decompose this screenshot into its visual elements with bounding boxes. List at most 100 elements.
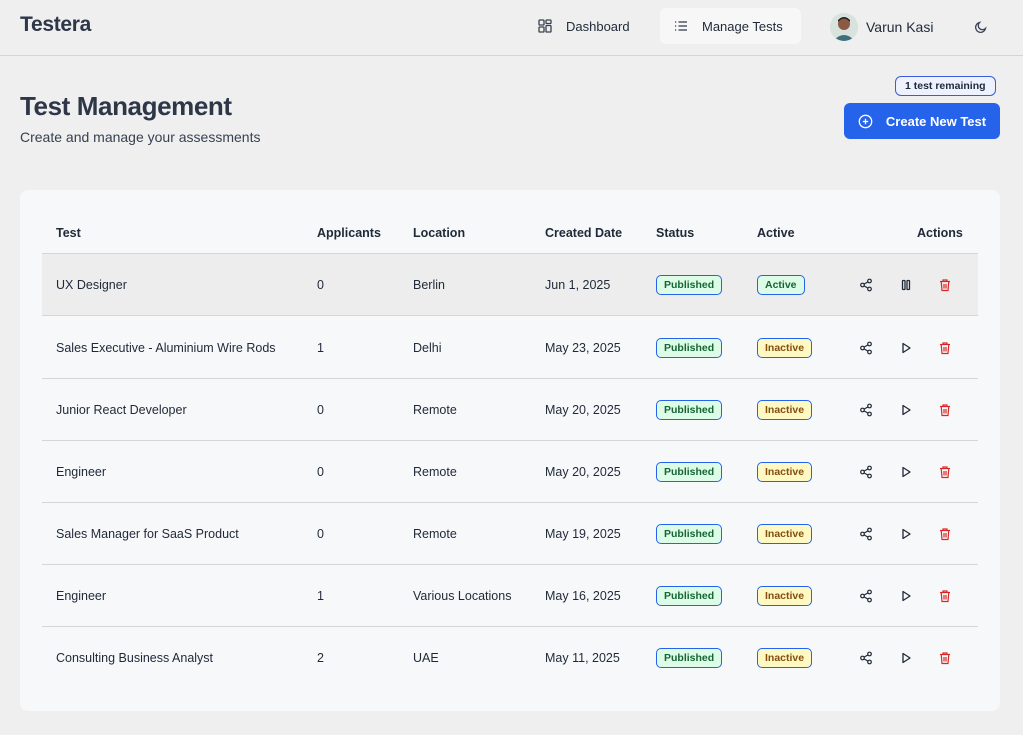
table-row[interactable]: Consulting Business Analyst 2 UAE May 11, 2… [42, 627, 978, 689]
status-cell: Published [656, 379, 723, 441]
tests-table-card: Test Applicants Location Created Date St… [20, 190, 1000, 711]
trash-icon [940, 279, 950, 292]
list-icon [675, 21, 687, 31]
pause-test-button[interactable] [896, 275, 916, 295]
delete-test-button[interactable] [935, 462, 955, 482]
share-icon [860, 465, 872, 479]
table-row[interactable]: Engineer 1 Various Locations May 16, 2025 Pu… [42, 565, 978, 627]
applicants-count: 0 [317, 465, 324, 479]
test-name[interactable]: Junior React Developer [56, 379, 187, 441]
user-menu[interactable]: Varun Kasi [830, 12, 933, 42]
share-test-button[interactable] [856, 586, 876, 606]
test-name[interactable]: Sales Executive - Aluminium Wire Rods [56, 317, 276, 379]
activate-test-button[interactable] [896, 524, 916, 544]
column-header-status[interactable]: Status [656, 226, 694, 240]
status-cell: Published [656, 627, 723, 689]
page-title: Test Management [20, 91, 232, 121]
created-date: May 23, 2025 [545, 341, 621, 355]
play-icon [902, 404, 911, 416]
user-name: Varun Kasi [866, 19, 934, 35]
active-cell: Inactive [757, 503, 813, 565]
moon-icon [974, 21, 987, 34]
active-badge: Inactive [757, 400, 813, 420]
test-name[interactable]: UX Designer [56, 254, 127, 316]
trash-icon [940, 342, 950, 355]
table-row[interactable]: Sales Executive - Aluminium Wire Rods 1 De… [42, 317, 978, 379]
test-location: Remote [413, 403, 457, 417]
applicants-count: 0 [317, 527, 324, 541]
share-icon [860, 527, 872, 541]
status-cell: Published [656, 317, 723, 379]
nav-dashboard[interactable]: Dashboard [524, 8, 644, 44]
delete-test-button[interactable] [935, 400, 955, 420]
activate-test-button[interactable] [896, 400, 916, 420]
column-header-created-date[interactable]: Created Date [545, 226, 622, 240]
share-test-button[interactable] [856, 462, 876, 482]
plus-circle-icon [858, 114, 873, 128]
share-test-button[interactable] [856, 648, 876, 668]
nav-dashboard-label: Dashboard [566, 18, 630, 34]
active-cell: Inactive [757, 441, 813, 503]
column-header-location[interactable]: Location [413, 226, 465, 240]
delete-test-button[interactable] [935, 648, 955, 668]
status-cell: Published [656, 565, 723, 627]
activate-test-button[interactable] [896, 586, 916, 606]
brand-logo[interactable]: Testera [20, 13, 91, 37]
active-badge: Inactive [757, 586, 813, 606]
delete-test-button[interactable] [935, 524, 955, 544]
share-test-button[interactable] [856, 275, 876, 295]
status-badge: Published [656, 586, 723, 606]
active-badge: Inactive [757, 648, 813, 668]
share-test-button[interactable] [856, 338, 876, 358]
table-row[interactable]: Junior React Developer 0 Remote May 20, 202… [42, 379, 978, 441]
test-location: Various Locations [413, 589, 512, 603]
delete-test-button[interactable] [935, 586, 955, 606]
status-cell: Published [656, 503, 723, 565]
status-cell: Published [656, 254, 723, 316]
test-name[interactable]: Engineer [56, 565, 106, 627]
delete-test-button[interactable] [935, 338, 955, 358]
column-header-actions: Actions [917, 226, 963, 240]
status-badge: Published [656, 462, 723, 482]
column-header-applicants[interactable]: Applicants [317, 226, 381, 240]
activate-test-button[interactable] [896, 338, 916, 358]
activate-test-button[interactable] [896, 648, 916, 668]
active-badge: Active [757, 275, 805, 295]
table-row[interactable]: Engineer 0 Remote May 20, 2025 Published Inac… [42, 441, 978, 503]
column-header-test[interactable]: Test [56, 226, 81, 240]
created-date: May 19, 2025 [545, 527, 621, 541]
tests-remaining-badge: 1 test remaining [895, 76, 996, 96]
create-new-test-label: Create New Test [885, 113, 987, 129]
test-location: Berlin [413, 278, 445, 292]
share-test-button[interactable] [856, 524, 876, 544]
active-cell: Inactive [757, 379, 813, 441]
test-name[interactable]: Consulting Business Analyst [56, 627, 213, 689]
create-new-test-button[interactable]: Create New Test [844, 103, 1000, 139]
created-date: May 20, 2025 [545, 403, 621, 417]
active-badge: Inactive [757, 524, 813, 544]
trash-icon [940, 528, 950, 541]
status-badge: Published [656, 648, 723, 668]
trash-icon [940, 652, 950, 665]
test-name[interactable]: Engineer [56, 441, 106, 503]
status-badge: Published [656, 400, 723, 420]
status-cell: Published [656, 441, 723, 503]
table-row[interactable]: Sales Manager for SaaS Product 0 Remote May… [42, 503, 978, 565]
table-row[interactable]: UX Designer 0 Berlin Jun 1, 2025 Published Ac… [42, 254, 978, 316]
play-icon [902, 590, 911, 602]
test-location: Delhi [413, 341, 442, 355]
column-header-active[interactable]: Active [757, 226, 795, 240]
theme-toggle-button[interactable] [968, 14, 994, 40]
nav-manage-tests[interactable]: Manage Tests [660, 8, 801, 44]
play-icon [902, 652, 911, 664]
test-location: Remote [413, 527, 457, 541]
test-name[interactable]: Sales Manager for SaaS Product [56, 503, 239, 565]
share-icon [860, 589, 872, 603]
applicants-count: 2 [317, 651, 324, 665]
share-test-button[interactable] [856, 400, 876, 420]
activate-test-button[interactable] [896, 462, 916, 482]
delete-test-button[interactable] [935, 275, 955, 295]
active-cell: Inactive [757, 627, 813, 689]
test-location: Remote [413, 465, 457, 479]
created-date: Jun 1, 2025 [545, 278, 611, 292]
